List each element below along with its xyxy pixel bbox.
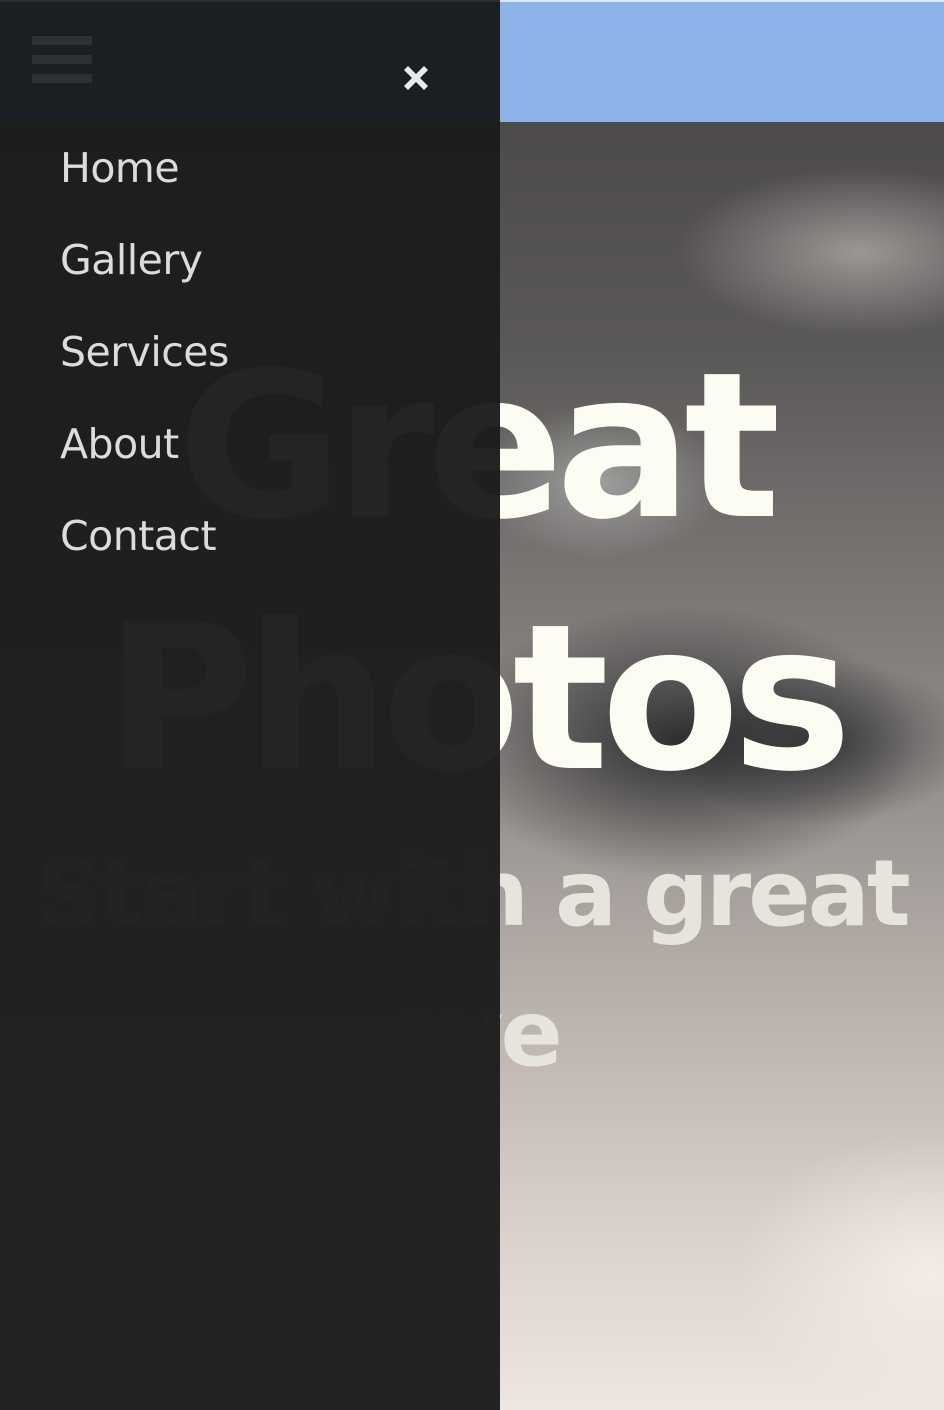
nav-item-contact[interactable]: Contact <box>60 508 229 600</box>
side-menu: Home Gallery Services About Contact <box>0 0 500 1410</box>
hamburger-bar <box>32 36 92 45</box>
hamburger-icon[interactable] <box>32 36 92 84</box>
close-icon <box>404 66 428 90</box>
nav-item-services[interactable]: Services <box>60 324 229 416</box>
close-menu-button[interactable] <box>398 60 434 96</box>
hamburger-bar <box>32 74 92 83</box>
page: Great Photos Start with a great eye Home… <box>0 0 944 1410</box>
nav-item-about[interactable]: About <box>60 416 229 508</box>
side-menu-header <box>0 0 500 122</box>
nav-menu: Home Gallery Services About Contact <box>60 140 229 600</box>
nav-item-home[interactable]: Home <box>60 140 229 232</box>
nav-item-gallery[interactable]: Gallery <box>60 232 229 324</box>
hamburger-bar <box>32 55 92 64</box>
